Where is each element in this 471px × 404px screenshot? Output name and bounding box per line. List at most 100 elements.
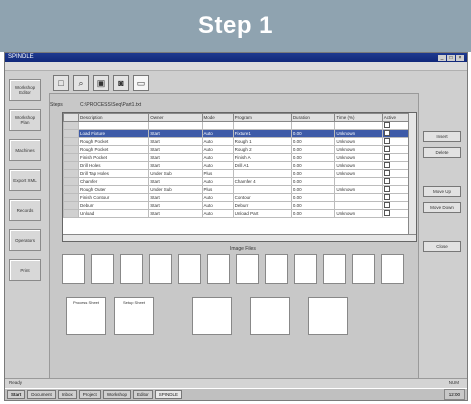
checkbox[interactable] (383, 202, 390, 208)
table-cell: Rough 1 (232, 137, 292, 146)
action-buttons: Insert Delete Move Up Move Down Close (423, 131, 463, 257)
checkbox[interactable] (383, 122, 390, 128)
column-header[interactable]: Duration (290, 113, 336, 122)
column-header[interactable]: Description (77, 113, 150, 122)
taskbar-item[interactable]: Project (78, 390, 101, 399)
table-cell: Auto (201, 193, 234, 202)
column-header[interactable]: Owner (148, 113, 203, 122)
table-row[interactable]: Finish Pocket Start Auto Finish A 0.00 Unknow… (63, 153, 416, 162)
table-row[interactable] (63, 121, 416, 130)
checkbox[interactable] (383, 154, 390, 160)
table-row[interactable]: Unload Start Auto Unload Part 0.00 Unknown (63, 209, 416, 218)
table-row[interactable]: Chamfer Start Auto Chamfer 4 0.00 (63, 177, 416, 186)
sidebar-item-workshop-editor[interactable]: Workshop Editor (9, 79, 41, 101)
table-cell: Contour (232, 193, 292, 202)
image-thumbnail[interactable] (352, 254, 375, 284)
taskbar-item[interactable]: Editor (133, 390, 153, 399)
table-row[interactable]: Drill Holes Start Auto Drill A1 0.00 Unknown (63, 161, 416, 170)
table-cell: Drill A1 (232, 161, 292, 170)
document-thumbnail[interactable] (308, 297, 348, 335)
window-controls: _ □ × (438, 54, 464, 61)
checkbox[interactable] (383, 138, 390, 144)
table-row[interactable]: Load Fixture Start Auto Fixture1 0.00 Unknown (63, 129, 416, 138)
checkbox[interactable] (383, 210, 390, 216)
checkbox[interactable] (383, 162, 390, 168)
export-icon[interactable]: ▭ (133, 75, 149, 91)
document-thumbnail[interactable] (192, 297, 232, 335)
table-row[interactable]: Drill Tap Holes Under Sub Plus 0.00 Unknown (63, 169, 416, 178)
save-icon[interactable]: ▣ (93, 75, 109, 91)
camera-icon[interactable]: ◙ (113, 75, 129, 91)
column-header[interactable]: Mode (201, 113, 234, 122)
checkbox[interactable] (383, 186, 390, 192)
delete-button[interactable]: Delete (423, 147, 461, 158)
minimize-button[interactable]: _ (438, 54, 446, 61)
taskbar-item[interactable]: Document (27, 390, 56, 399)
steps-table[interactable]: Description Owner Mode Program Duration … (62, 112, 417, 242)
table-cell: 0.00 (290, 209, 336, 218)
image-thumbnail[interactable] (207, 254, 230, 284)
document-thumbnail[interactable] (250, 297, 290, 335)
window-titlebar[interactable]: SPINDLE _ □ × (5, 53, 467, 62)
menu-bar[interactable] (5, 62, 467, 71)
close-panel-button[interactable]: Close (423, 241, 461, 252)
table-row[interactable]: Rough Pocket Start Auto Rough 2 0.00 Unknown (63, 145, 416, 154)
sidebar-item-records[interactable]: Records (9, 199, 41, 221)
checkbox[interactable] (383, 130, 390, 136)
image-thumbnail[interactable] (178, 254, 201, 284)
sidebar-item-workshop-plan[interactable]: Workshop Plan (9, 109, 41, 131)
table-cell: Unknown (334, 209, 383, 218)
image-thumbnail[interactable] (236, 254, 259, 284)
insert-button[interactable]: Insert (423, 131, 461, 142)
taskbar-item[interactable]: Workshop (102, 390, 131, 399)
search-icon[interactable]: ⌕ (73, 75, 89, 91)
table-cell: Under Sub (148, 185, 203, 194)
table-row[interactable]: Deburr Start Auto Deburr 0.00 (63, 201, 416, 210)
image-thumbnail[interactable] (265, 254, 288, 284)
close-button[interactable]: × (456, 54, 464, 61)
table-cell: Rough Pocket (77, 145, 150, 154)
image-thumbnail[interactable] (294, 254, 317, 284)
table-cell: 0.00 (290, 177, 336, 186)
sidebar-item-operators[interactable]: Operators (9, 229, 41, 251)
screenshot-frame: Step 1 SPINDLE _ □ × Workshop Editor Wor… (0, 0, 471, 404)
image-thumbnail[interactable] (149, 254, 172, 284)
image-thumbnail[interactable] (381, 254, 404, 284)
table-header-row: Description Owner Mode Program Duration … (63, 113, 416, 122)
start-button[interactable]: Start (7, 390, 26, 399)
image-thumbnail[interactable] (120, 254, 143, 284)
maximize-button[interactable]: □ (447, 54, 455, 61)
table-cell: Unknown (334, 161, 383, 170)
taskbar-item-active[interactable]: SPINDLE (154, 390, 183, 399)
checkbox[interactable] (383, 146, 390, 152)
checkbox[interactable] (383, 194, 390, 200)
image-thumbnail[interactable] (91, 254, 114, 284)
image-files-label: Image Files (230, 246, 256, 252)
taskbar-item[interactable]: Inbox (57, 390, 77, 399)
document-icon[interactable]: □ (53, 75, 69, 91)
table-cell: 0.00 (290, 153, 336, 162)
image-thumbnail[interactable] (62, 254, 85, 284)
checkbox[interactable] (383, 170, 390, 176)
horizontal-scrollbar[interactable] (63, 234, 416, 241)
vertical-scrollbar[interactable] (408, 113, 416, 241)
document-thumbnail[interactable]: Setup Sheet (114, 297, 154, 335)
move-up-button[interactable]: Move Up (423, 186, 461, 197)
image-thumbnail[interactable] (323, 254, 346, 284)
table-row[interactable]: Rough Pocket Start Auto Rough 1 0.00 Unknown (63, 137, 416, 146)
sidebar-item-machines[interactable]: Machines (9, 139, 41, 161)
sidebar-item-export[interactable]: Export XML (9, 169, 41, 191)
column-header[interactable]: Time (%) (334, 113, 383, 122)
document-thumbnail[interactable]: Process Sheet (66, 297, 106, 335)
table-cell: Unload Part (232, 209, 292, 218)
table-cell: Deburr (77, 201, 150, 210)
column-header[interactable] (63, 113, 79, 122)
table-row[interactable]: Finish Contour Start Auto Contour 0.00 (63, 193, 416, 202)
column-header[interactable]: Program (232, 113, 292, 122)
table-row[interactable]: Rough Outer Under Sub Plus 0.00 Unknown (63, 185, 416, 194)
sidebar-item-print[interactable]: Print (9, 259, 41, 281)
table-cell: Start (148, 129, 203, 138)
checkbox[interactable] (383, 178, 390, 184)
move-down-button[interactable]: Move Down (423, 202, 461, 213)
row-header (63, 145, 79, 154)
